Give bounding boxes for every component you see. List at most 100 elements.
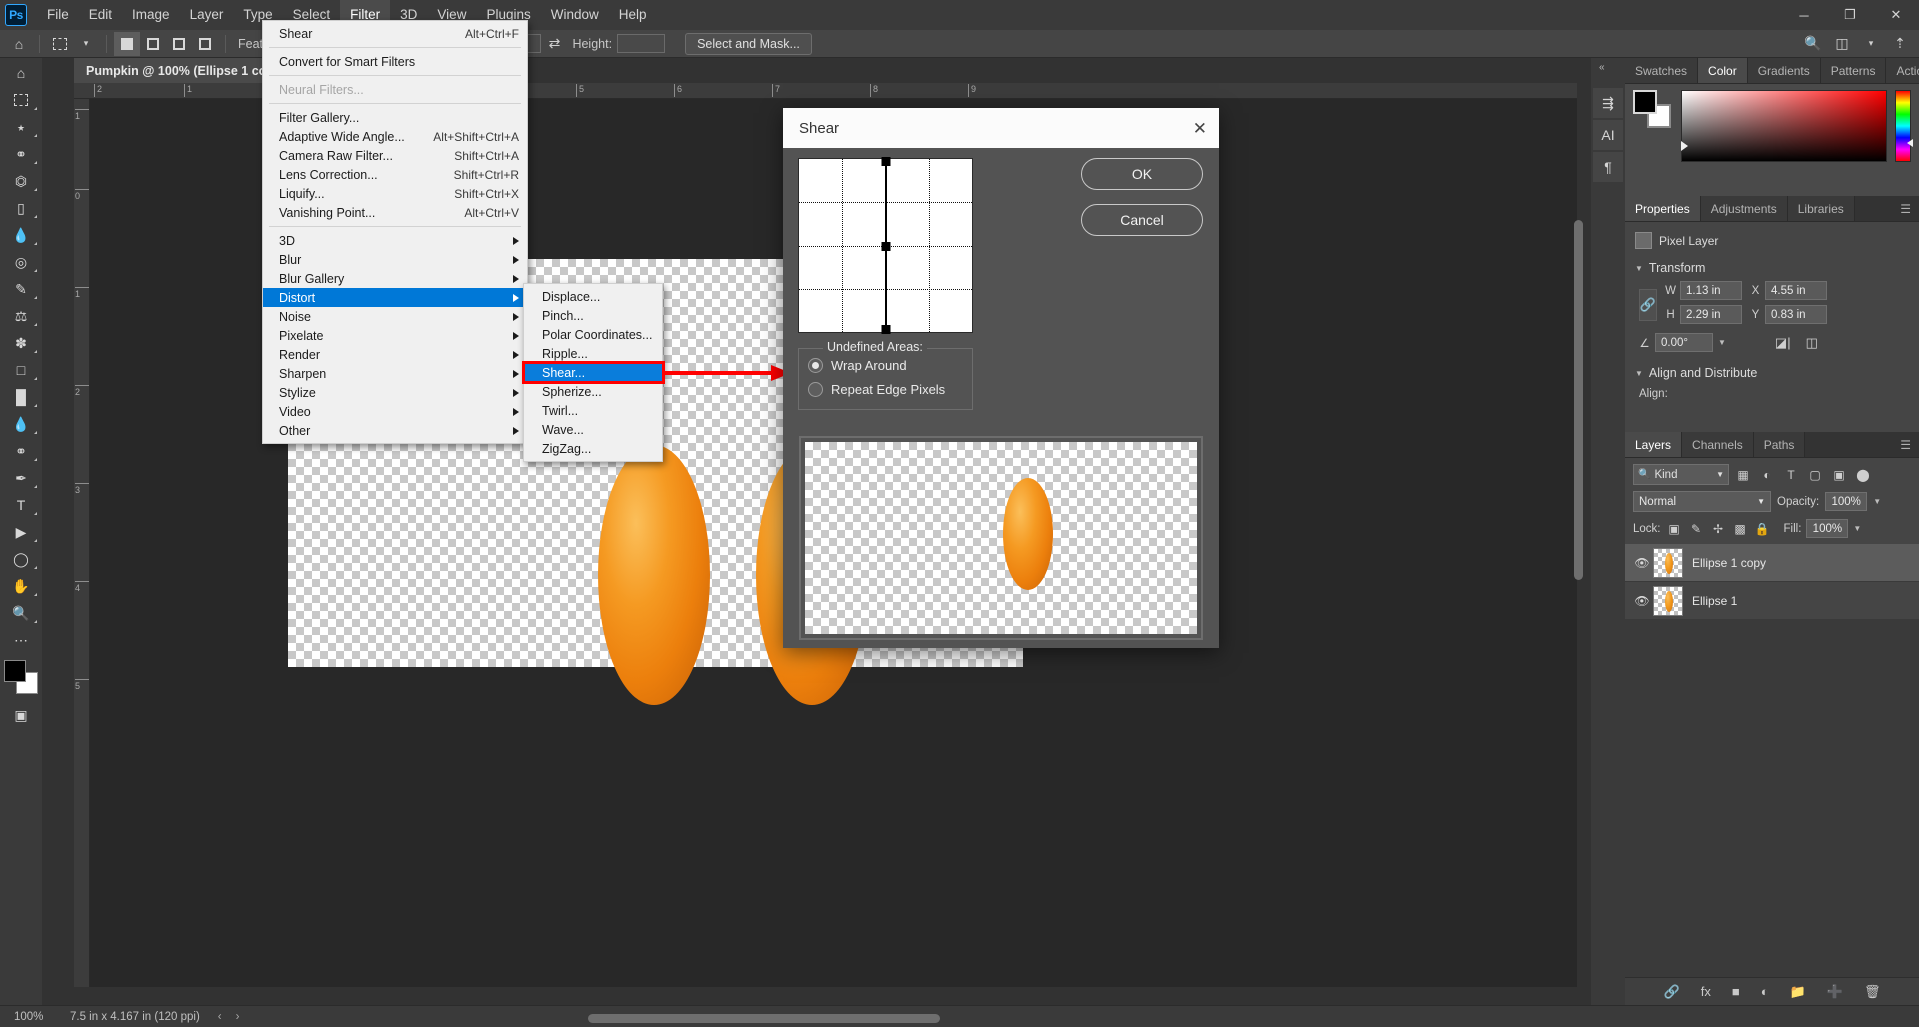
submenu-item-pinch[interactable]: Pinch...	[524, 306, 662, 325]
flip-vertical-icon[interactable]: ◫	[1801, 335, 1823, 351]
new-adjustment-icon[interactable]: ◐	[1761, 984, 1769, 999]
submenu-item-ripple[interactable]: Ripple...	[524, 344, 662, 363]
object-selection-tool[interactable]: ⚭	[2, 141, 40, 167]
opacity-input[interactable]: 100%	[1825, 492, 1868, 511]
pen-tool[interactable]: ✒	[2, 465, 40, 491]
layer-visibility-icon[interactable]: 👁	[1631, 556, 1653, 570]
shear-preview[interactable]	[799, 436, 1203, 640]
menu-item-liquify[interactable]: Liquify... Shift+Ctrl+X	[263, 184, 527, 203]
shape-tool[interactable]: ◯	[2, 546, 40, 572]
menu-item-stylize[interactable]: Stylize	[263, 383, 527, 402]
repeat-edge-pixels-option[interactable]: Repeat Edge Pixels	[799, 382, 972, 397]
menu-item-convert-smart-filters[interactable]: Convert for Smart Filters	[263, 52, 527, 71]
tab-patterns[interactable]: Patterns	[1820, 58, 1887, 83]
quick-mask-icon[interactable]: ▣	[2, 702, 40, 728]
zoom-tool[interactable]: 🔍	[2, 600, 40, 626]
menu-item-pixelate[interactable]: Pixelate	[263, 326, 527, 345]
color-field[interactable]	[1681, 90, 1887, 162]
layer-visibility-icon[interactable]: 👁	[1631, 594, 1653, 608]
add-mask-icon[interactable]: ■	[1732, 984, 1740, 999]
tab-adjustments[interactable]: Adjustments	[1700, 196, 1788, 221]
pixel-filter-icon[interactable]: ▦	[1733, 465, 1753, 485]
menu-item-filter-gallery[interactable]: Filter Gallery...	[263, 108, 527, 127]
color-panel[interactable]	[1625, 84, 1919, 196]
angle-input[interactable]: 0.00°	[1655, 333, 1713, 352]
zoom-level[interactable]: 100%	[0, 1011, 66, 1023]
menu-item-blur-gallery[interactable]: Blur Gallery	[263, 269, 527, 288]
panel-menu-icon[interactable]: ☰	[1892, 432, 1919, 457]
delete-layer-icon[interactable]: 🗑	[1864, 984, 1881, 1000]
radio-wrap-around[interactable]	[808, 358, 823, 373]
paragraph-icon[interactable]: ¶	[1593, 152, 1623, 182]
ok-button[interactable]: OK	[1081, 158, 1203, 190]
spot-healing-tool[interactable]: ◎	[2, 249, 40, 275]
ellipse-shape-1[interactable]	[598, 445, 710, 705]
menu-help[interactable]: Help	[609, 0, 657, 30]
close-button[interactable]: ✕	[1873, 0, 1919, 30]
lock-all-icon[interactable]: 🔒	[1754, 522, 1771, 536]
menu-item-sharpen[interactable]: Sharpen	[263, 364, 527, 383]
tab-channels[interactable]: Channels	[1682, 432, 1754, 457]
eyedropper-tool[interactable]: 💧	[2, 222, 40, 248]
y-input[interactable]: 0.83 in	[1765, 305, 1827, 324]
shape-filter-icon[interactable]: ▢	[1805, 465, 1825, 485]
tab-actions[interactable]: Actions	[1886, 58, 1919, 83]
menu-item-blur[interactable]: Blur	[263, 250, 527, 269]
menu-item-distort[interactable]: Distort	[263, 288, 527, 307]
link-layers-icon[interactable]: 🔗	[1664, 984, 1680, 1000]
library-icon[interactable]: ⇶	[1593, 88, 1623, 118]
menu-item-noise[interactable]: Noise	[263, 307, 527, 326]
menu-item-other[interactable]: Other	[263, 421, 527, 440]
clone-stamp-tool[interactable]: ⚖	[2, 303, 40, 329]
submenu-item-zigzag[interactable]: ZigZag...	[524, 439, 662, 458]
nav-right-icon[interactable]: ›	[236, 1011, 240, 1023]
type-filter-icon[interactable]: T	[1781, 465, 1801, 485]
lasso-tool[interactable]: ⭑	[2, 114, 40, 140]
layer-name[interactable]: Ellipse 1 copy	[1692, 556, 1766, 570]
link-dimensions-icon[interactable]: 🔗	[1639, 289, 1657, 321]
hue-slider[interactable]	[1895, 90, 1913, 162]
workspace-icon[interactable]: ◫	[1829, 32, 1855, 56]
menu-window[interactable]: Window	[541, 0, 609, 30]
tab-layers[interactable]: Layers	[1625, 432, 1683, 457]
tab-color[interactable]: Color	[1698, 58, 1748, 83]
submenu-item-displace[interactable]: Displace...	[524, 287, 662, 306]
crop-tool[interactable]: ⏣	[2, 168, 40, 194]
radio-repeat-edge-pixels[interactable]	[808, 382, 823, 397]
menu-item-lens-correction[interactable]: Lens Correction... Shift+Ctrl+R	[263, 165, 527, 184]
frame-tool[interactable]: ▯	[2, 195, 40, 221]
shear-node-top[interactable]	[881, 157, 890, 166]
adjustment-filter-icon[interactable]: ◐	[1757, 465, 1777, 485]
submenu-item-twirl[interactable]: Twirl...	[524, 401, 662, 420]
height-input[interactable]: 2.29 in	[1680, 305, 1742, 324]
fx-icon[interactable]: fx	[1701, 984, 1711, 999]
chevron-down-icon[interactable]: ▼	[1718, 338, 1726, 347]
tab-swatches[interactable]: Swatches	[1625, 58, 1699, 83]
shear-node-middle[interactable]	[881, 241, 890, 251]
menu-item-camera-raw-filter[interactable]: Camera Raw Filter... Shift+Ctrl+A	[263, 146, 527, 165]
fill-input[interactable]: 100%	[1806, 519, 1849, 538]
tab-paths[interactable]: Paths	[1753, 432, 1806, 457]
tab-properties[interactable]: Properties	[1625, 196, 1701, 221]
lock-position-icon[interactable]: ✢	[1710, 522, 1727, 536]
minimize-button[interactable]: ─	[1781, 0, 1827, 30]
smart-filter-icon[interactable]: ▣	[1829, 465, 1849, 485]
filter-toggle-icon[interactable]: ⬤	[1853, 465, 1873, 485]
tab-gradients[interactable]: Gradients	[1747, 58, 1821, 83]
menu-item-adaptive-wide-angle[interactable]: Adaptive Wide Angle... Alt+Shift+Ctrl+A	[263, 127, 527, 146]
adjustments-icon[interactable]: AI	[1593, 120, 1623, 150]
shear-curve-grid[interactable]	[798, 157, 973, 334]
eraser-tool[interactable]: □	[2, 357, 40, 383]
menu-item-render[interactable]: Render	[263, 345, 527, 364]
color-panel-swatches[interactable]	[1633, 90, 1673, 128]
flip-horizontal-icon[interactable]: ◪|	[1770, 335, 1796, 351]
menu-edit[interactable]: Edit	[79, 0, 122, 30]
more-tools-icon[interactable]: ⋯	[2, 627, 40, 653]
layer-name[interactable]: Ellipse 1	[1692, 594, 1737, 608]
intersect-selection-icon[interactable]	[192, 32, 218, 56]
submenu-item-shear[interactable]: Shear...	[522, 361, 665, 384]
chevron-down-icon[interactable]: ▾	[73, 32, 99, 56]
share-icon[interactable]: ⇡	[1887, 32, 1913, 56]
select-and-mask-button[interactable]: Select and Mask...	[685, 32, 812, 55]
chevron-down-icon[interactable]: ▾	[1858, 32, 1884, 56]
